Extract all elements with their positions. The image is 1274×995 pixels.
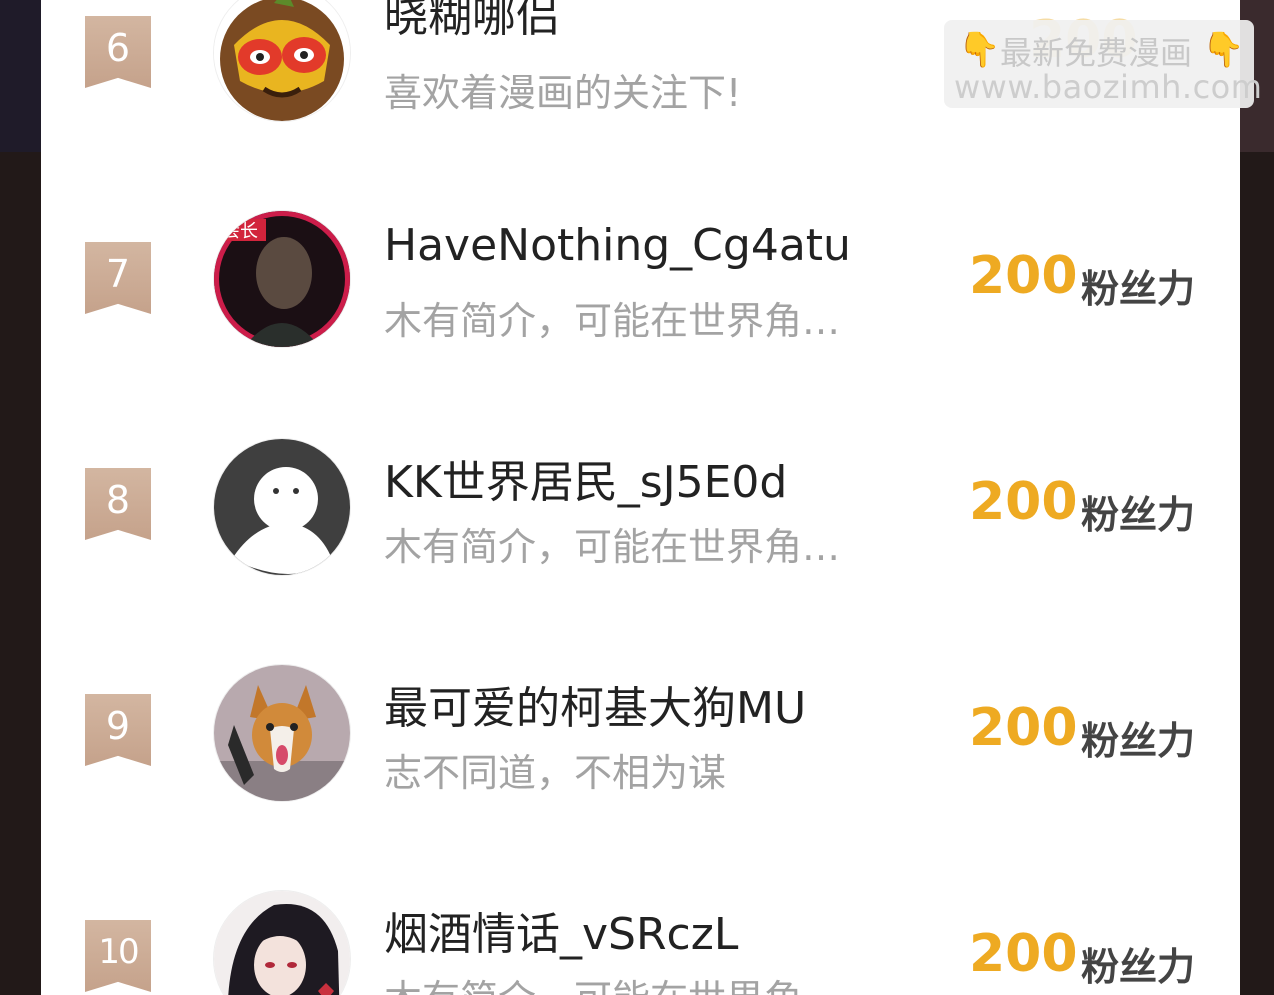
avatar-badge-label: 会长 bbox=[222, 221, 258, 242]
rank-badge: 6 bbox=[85, 16, 151, 88]
user-description: 喜欢着漫画的关注下! bbox=[384, 71, 742, 115]
avatar[interactable] bbox=[213, 890, 351, 995]
background-left bbox=[0, 0, 41, 152]
fan-ranking-list: 6 晓糊哪侣 喜欢着漫画的关注下! 200 7 bbox=[41, 0, 1240, 995]
user-name[interactable]: 烟酒情话_vSRczL bbox=[384, 898, 738, 962]
ranking-row-9[interactable]: 9 最可爱的柯基大狗MU 志不同道，不相为谋 200 粉丝力 bbox=[41, 652, 1240, 812]
rank-badge: 8 bbox=[85, 468, 151, 540]
ranking-row-7[interactable]: 7 会长 HaveNothing_Cg4atu 木有简介，可能在世界角… 200… bbox=[41, 200, 1240, 360]
rank-badge: 7 bbox=[85, 242, 151, 314]
pointing-down-hand-icon: 👇 bbox=[1202, 30, 1245, 70]
ranking-row-10[interactable]: 10 烟酒情话_vSRczL 木有简介，可能在世界角… 200 粉丝力 bbox=[41, 878, 1240, 995]
avatar[interactable] bbox=[213, 0, 351, 122]
avatar[interactable]: 会长 bbox=[213, 210, 351, 348]
score-unit: 粉丝力 bbox=[1081, 493, 1196, 537]
score-unit: 粉丝力 bbox=[1081, 945, 1196, 989]
user-description: 木有简介，可能在世界角… bbox=[384, 525, 841, 569]
score-value: 200 bbox=[969, 246, 1078, 306]
user-name[interactable]: 最可爱的柯基大狗MU bbox=[384, 672, 806, 736]
default-user-avatar-icon bbox=[214, 439, 350, 575]
monkey-avatar-icon bbox=[214, 0, 350, 121]
corgi-dog-avatar-icon bbox=[214, 665, 350, 801]
score-unit: 粉丝力 bbox=[1081, 267, 1196, 311]
watermark-banner[interactable]: 👇 最新免费漫画 👇 www.baozimh.com bbox=[944, 20, 1262, 108]
user-description: 木有简介，可能在世界角… bbox=[384, 299, 841, 343]
user-name[interactable]: 晓糊哪侣 bbox=[384, 0, 560, 44]
user-description: 木有简介，可能在世界角… bbox=[384, 968, 840, 995]
avatar[interactable] bbox=[213, 664, 351, 802]
user-description: 志不同道，不相为谋 bbox=[384, 751, 727, 795]
score-unit: 粉丝力 bbox=[1081, 719, 1196, 763]
score-value: 200 bbox=[969, 472, 1078, 532]
score-value: 200 bbox=[969, 924, 1078, 984]
score-value: 200 bbox=[969, 698, 1078, 758]
anime-character-avatar-icon bbox=[214, 891, 350, 995]
rank-badge: 10 bbox=[85, 920, 151, 992]
watermark-url[interactable]: www.baozimh.com bbox=[954, 68, 1262, 106]
ranking-row-8[interactable]: 8 KK世界居民_sJ5E0d 木有简介，可能在世界角… 200 粉丝力 bbox=[41, 426, 1240, 586]
pointing-down-hand-icon: 👇 bbox=[958, 30, 1001, 70]
user-name[interactable]: KK世界居民_sJ5E0d bbox=[384, 446, 787, 510]
rank-badge: 9 bbox=[85, 694, 151, 766]
user-name[interactable]: HaveNothing_Cg4atu bbox=[384, 220, 851, 271]
avatar[interactable] bbox=[213, 438, 351, 576]
